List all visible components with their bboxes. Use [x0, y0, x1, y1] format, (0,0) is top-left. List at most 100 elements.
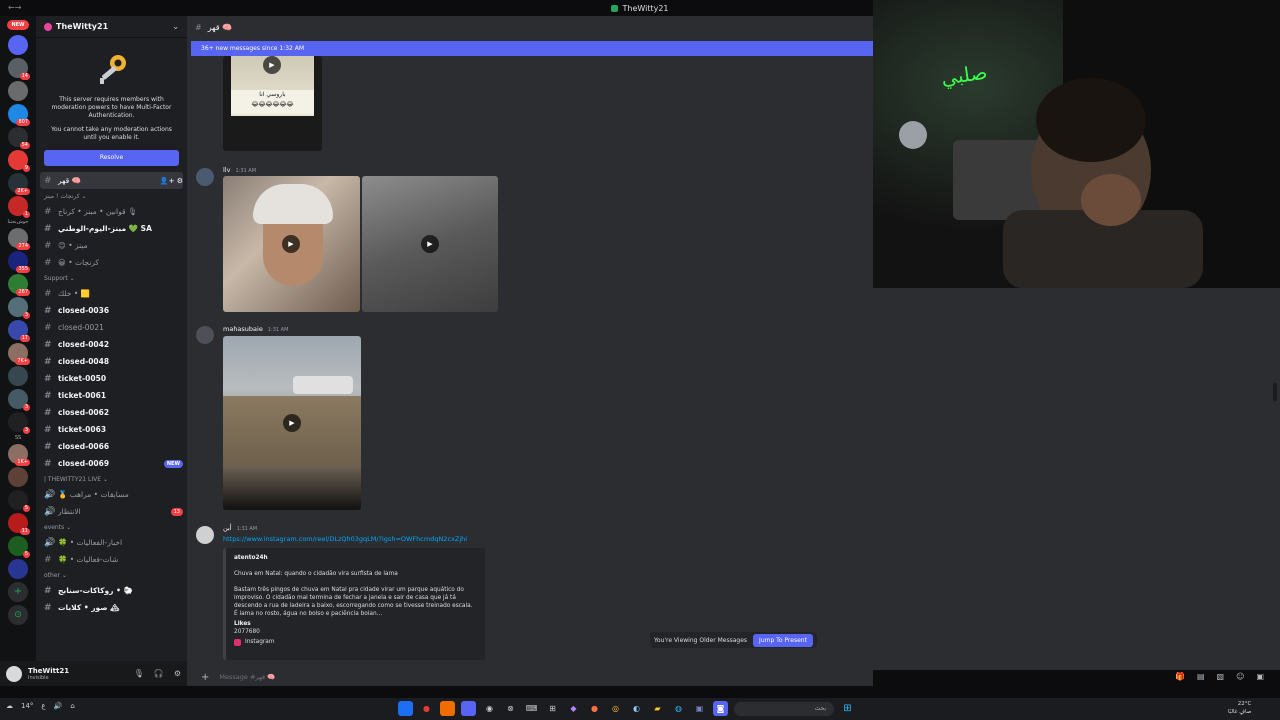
server-icon[interactable]: 2K+ — [8, 173, 30, 195]
headphones-icon[interactable]: 🎧 — [154, 669, 164, 678]
weather-widget[interactable]: 22°C صافٍ غالبًا — [1228, 700, 1251, 716]
channel-item[interactable]: # closed-0048 — [40, 353, 183, 370]
app-icon[interactable] — [440, 701, 455, 716]
server-icon[interactable]: 5 — [8, 536, 30, 558]
channel-item[interactable]: # مبنز-اليوم-الوطني 💚 SA — [40, 220, 183, 237]
channel-category[interactable]: Support ⌄ — [40, 271, 183, 285]
tray-icon[interactable]: ع — [41, 702, 45, 710]
tray-icon[interactable]: ☁ — [6, 702, 13, 710]
tray-icon[interactable]: ⌂ — [70, 702, 74, 710]
avatar[interactable] — [6, 665, 22, 682]
app-icon[interactable]: ⊞ — [545, 701, 560, 716]
new-messages-bar[interactable]: 36+ new messages since 1:32 AM — [191, 41, 873, 56]
channel-category[interactable]: events ⌄ — [40, 520, 183, 534]
channel-item[interactable]: # closed-0036 — [40, 302, 183, 319]
search-input[interactable]: بحث — [734, 701, 834, 716]
chevron-down-icon[interactable]: ⌄ — [172, 22, 179, 31]
discord-icon[interactable] — [461, 701, 476, 716]
channel-category[interactable]: كرنجات ! مبنز ⌄ — [40, 189, 183, 203]
server-icon[interactable] — [8, 366, 28, 386]
play-icon[interactable]: ▶ — [263, 56, 281, 74]
channel-category[interactable]: | THEWITTY21 LIVE ⌄ — [40, 472, 183, 486]
embed-title[interactable]: Chuva em Natal: quando o cidadão vira su… — [234, 570, 477, 578]
jump-to-present-button[interactable]: Jump To Present — [753, 633, 813, 647]
channel-item[interactable]: # closed-0062 — [40, 404, 183, 421]
channel-item[interactable]: # صور • كلابات 🏔 — [40, 599, 183, 616]
apps-icon[interactable]: ▣ — [1256, 672, 1264, 681]
record-icon[interactable]: ● — [419, 701, 434, 716]
channel-item[interactable]: # closed-0042 — [40, 336, 183, 353]
channel-item[interactable]: # قوانين • مبنز • كرناج 🎙 — [40, 203, 183, 220]
avatar[interactable] — [196, 168, 214, 186]
gear-icon[interactable]: ⚙ — [174, 669, 181, 678]
channel-item[interactable]: # closed-0066 — [40, 438, 183, 455]
gift-icon[interactable]: 🎁 — [1175, 672, 1185, 681]
server-icon[interactable] — [8, 559, 28, 579]
message-author[interactable]: mahasubaie — [223, 325, 263, 333]
channel-category[interactable]: other ⌄ — [40, 568, 183, 582]
message-link[interactable]: https://www.instagram.com/reel/DLzQh03gq… — [223, 535, 467, 543]
server-icon[interactable]: 14 — [8, 58, 30, 80]
tray-icon[interactable]: 🔊 — [54, 702, 63, 710]
guild-header[interactable]: TheWitty21 ⌄ — [36, 16, 187, 38]
server-icon[interactable]: 3 — [8, 389, 30, 411]
channel-actions[interactable]: 👤+ ⚙ — [160, 177, 183, 185]
channel-item[interactable]: # closed-0069 NEW — [40, 455, 183, 472]
scrollbar-thumb[interactable] — [1273, 383, 1277, 401]
firefox-icon[interactable]: ● — [587, 701, 602, 716]
play-icon[interactable]: ▶ — [283, 414, 301, 432]
teams-icon[interactable]: ▣ — [692, 701, 707, 716]
server-icon[interactable]: 5 — [8, 490, 30, 512]
chrome-icon[interactable]: ◎ — [608, 701, 623, 716]
channel-item[interactable]: # 🍀 • شات-فعاليات — [40, 551, 183, 568]
video-thumbnail[interactable]: ▶ — [223, 176, 360, 312]
server-icon[interactable]: 54 — [8, 127, 30, 149]
attach-icon[interactable]: + — [201, 672, 209, 683]
server-icon[interactable]: 9 — [8, 150, 30, 172]
discord-icon[interactable]: ◙ — [713, 701, 728, 716]
play-icon[interactable]: ▶ — [282, 235, 300, 253]
server-icon[interactable]: 274 — [8, 228, 30, 250]
embed-provider[interactable]: atento24h — [234, 554, 477, 562]
sticker-icon[interactable]: ▧ — [1217, 672, 1225, 681]
app-icon[interactable]: ◆ — [566, 701, 581, 716]
app-icon[interactable]: ◉ — [482, 701, 497, 716]
channel-item[interactable]: 🔊 🍀 • اخبار-الفعاليات — [40, 534, 183, 551]
server-icon[interactable]: 1 — [8, 196, 30, 218]
server-icon[interactable]: 3 — [8, 297, 30, 319]
message-author[interactable]: أبن — [223, 524, 232, 532]
channel-item[interactable]: 🔊 الانتظار 13 — [40, 503, 183, 520]
server-icon[interactable]: 11 — [8, 513, 30, 535]
channel-item[interactable]: # ticket-0050 — [40, 370, 183, 387]
message-author[interactable]: llv — [223, 166, 230, 174]
server-icon[interactable] — [8, 467, 28, 487]
resolve-button[interactable]: Resolve — [44, 150, 179, 166]
channel-item[interactable]: # خلك • 🟨 — [40, 285, 183, 302]
steam-icon[interactable]: ◐ — [629, 701, 644, 716]
gif-icon[interactable]: ▤ — [1197, 672, 1205, 681]
app-icon[interactable]: ⌨ — [524, 701, 539, 716]
message-composer[interactable]: + Message #قهر 🧠 — [187, 667, 873, 687]
tray-icon[interactable]: 14° — [21, 702, 33, 710]
play-icon[interactable]: ▶ — [421, 235, 439, 253]
composer-placeholder[interactable]: Message #قهر 🧠 — [219, 673, 275, 681]
discover-icon[interactable]: ⊙ — [8, 605, 28, 625]
channel-item[interactable]: # 😀 • كرنجات — [40, 254, 183, 271]
server-icon[interactable]: 3 — [8, 412, 30, 434]
server-icon[interactable]: 1K+ — [8, 444, 30, 466]
edge-icon[interactable]: ◍ — [671, 701, 686, 716]
channel-item[interactable]: 🔊 🥇 مسابقات • مراهب — [40, 486, 183, 503]
channel-item[interactable]: # ticket-0063 — [40, 421, 183, 438]
folder-icon[interactable]: ▰ — [650, 701, 665, 716]
video-thumbnail[interactable]: ▶ — [362, 176, 498, 312]
server-icon[interactable]: 807 — [8, 104, 30, 126]
channel-item[interactable]: # قهر 🧠 👤+ ⚙ — [40, 172, 183, 189]
microphone-icon[interactable]: 🎙 — [134, 669, 144, 678]
avatar[interactable] — [196, 326, 214, 344]
new-pill[interactable]: NEW — [7, 20, 29, 30]
sticker-image[interactable]: باروسي انا 😂😂😂😂😂😂 ▶ — [223, 56, 322, 151]
avatar[interactable] — [196, 526, 214, 544]
chrome-icon[interactable] — [398, 701, 413, 716]
dm-home-icon[interactable] — [8, 35, 28, 55]
channel-item[interactable]: # روكاكات-سنابج • 🐑 — [40, 582, 183, 599]
